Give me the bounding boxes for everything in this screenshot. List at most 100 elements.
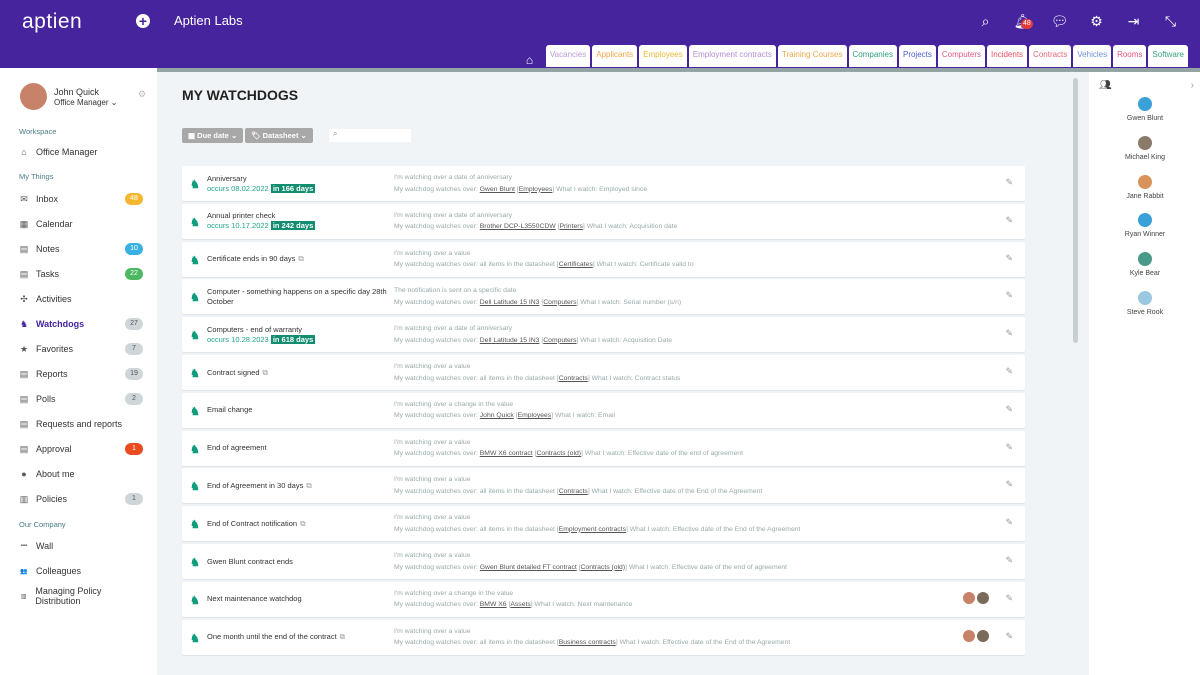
- datasheet-link[interactable]: Employees: [519, 186, 553, 193]
- user-name[interactable]: John Quick: [54, 87, 99, 97]
- copy-icon[interactable]: ⧉: [298, 254, 303, 263]
- tab-training-courses[interactable]: Training Courses: [777, 45, 847, 67]
- table-row[interactable]: ♞ Contract signed ⧉ I'm watching over a val…: [182, 355, 1025, 390]
- sidebar-item-polls[interactable]: ▤ Polls 2: [18, 390, 143, 408]
- sidebar-item-approval[interactable]: ▤ Approval 1: [18, 440, 143, 458]
- edit-icon[interactable]: ✎: [1005, 517, 1013, 528]
- avatar[interactable]: [20, 83, 47, 110]
- tab-contracts[interactable]: Contracts: [1029, 45, 1072, 67]
- copy-icon[interactable]: ⧉: [300, 519, 305, 528]
- watched-item-link[interactable]: BMW X6 contract: [480, 450, 533, 457]
- avatar[interactable]: [963, 591, 975, 604]
- organization-name[interactable]: Aptien Labs: [174, 13, 243, 28]
- watchdog-title[interactable]: Annual printer check: [207, 211, 392, 221]
- table-row[interactable]: ♞ Computers - end of warranty occurs 10.28…: [182, 317, 1025, 353]
- watchdog-title[interactable]: Contract signed ⧉: [207, 368, 392, 378]
- datasheet-link[interactable]: Printers: [559, 223, 582, 230]
- datasheet-link[interactable]: Employees: [518, 412, 552, 419]
- watchdog-title[interactable]: One month until the end of the contract ⧉: [207, 632, 392, 642]
- avatar[interactable]: [977, 629, 989, 642]
- sidebar-item-watchdogs[interactable]: ♞ Watchdogs 27: [18, 315, 143, 333]
- settings-icon[interactable]: ⚙: [138, 89, 146, 100]
- watched-item-link[interactable]: Gwen Blunt: [480, 186, 515, 193]
- edit-icon[interactable]: ✎: [1005, 593, 1013, 604]
- watchdog-title[interactable]: Computer - something happens on a specif…: [207, 287, 392, 307]
- sidebar-item-calendar[interactable]: ▦ Calendar: [18, 215, 143, 233]
- chat-icon[interactable]: 💬︎: [1050, 12, 1069, 31]
- edit-icon[interactable]: ✎: [1005, 177, 1013, 188]
- table-row[interactable]: ♞ Certificate ends in 90 days ⧉ I'm watchin…: [182, 241, 1025, 277]
- watchdog-title[interactable]: Anniversary: [207, 174, 392, 184]
- sidebar-item-policies[interactable]: ▥ Policies 1: [18, 490, 143, 508]
- datasheet-link[interactable]: Contracts: [559, 488, 588, 495]
- sidebar-item-inbox[interactable]: ✉ Inbox 48: [18, 190, 143, 208]
- tab-incidents[interactable]: Incidents: [987, 45, 1028, 67]
- datasheet-link[interactable]: Certificates: [559, 261, 593, 268]
- tab-employment-contracts[interactable]: Employment contracts: [688, 45, 776, 67]
- watchdog-title[interactable]: Computers - end of warranty: [207, 325, 392, 335]
- tab-rooms[interactable]: Rooms: [1113, 45, 1147, 67]
- tab-applicants[interactable]: Applicants: [592, 45, 638, 67]
- search-input[interactable]: ⌕: [329, 129, 411, 142]
- edit-icon[interactable]: ✎: [1005, 290, 1013, 301]
- edit-icon[interactable]: ✎: [1005, 253, 1013, 264]
- watched-item-link[interactable]: Dell Latitude 15 IN3: [480, 337, 540, 344]
- watchdog-title[interactable]: Email change: [207, 405, 392, 415]
- tab-companies[interactable]: Companies: [848, 45, 897, 67]
- edit-icon[interactable]: ✎: [1005, 631, 1013, 642]
- sidebar-item-favorites[interactable]: ★ Favorites 7: [18, 340, 143, 358]
- table-row[interactable]: ♞ End of agreement I'm watching over a val…: [182, 430, 1025, 466]
- table-row[interactable]: ♞ Email change I'm watching over a change …: [182, 392, 1025, 428]
- datasheet-link[interactable]: Computers: [543, 299, 576, 306]
- watched-item-link[interactable]: BMW X6: [480, 601, 507, 608]
- edit-icon[interactable]: ✎: [1005, 366, 1013, 377]
- home-icon[interactable]: ⌂: [526, 53, 542, 67]
- watchdog-title[interactable]: End of agreement: [207, 443, 392, 453]
- datasheet-link[interactable]: Employment contracts: [559, 526, 626, 533]
- datasheet-link[interactable]: Computers: [543, 337, 576, 344]
- table-row[interactable]: ♞ Next maintenance watchdog I'm watching o…: [182, 581, 1025, 617]
- datasheet-link[interactable]: Contracts (old): [536, 450, 581, 457]
- colleague[interactable]: Steve Rook: [1120, 291, 1170, 316]
- colleague[interactable]: Jane Rabbit: [1120, 174, 1170, 200]
- datasheet-link[interactable]: Contracts: [559, 375, 588, 382]
- sidebar-item-activities[interactable]: ✣ Activities: [18, 290, 143, 308]
- watched-item-link[interactable]: Dell Latitude 15 IN3: [480, 299, 540, 306]
- tab-employees[interactable]: Employees: [639, 45, 687, 67]
- table-row[interactable]: ♞ Annual printer check occurs 10.17.2022 i…: [182, 203, 1025, 239]
- collapse-icon[interactable]: ⤡: [1161, 12, 1180, 31]
- watched-item-link[interactable]: Brother DCP-L3550CDW: [480, 223, 556, 230]
- edit-icon[interactable]: ✎: [1005, 215, 1013, 226]
- aptien-logo[interactable]: aptien: [22, 10, 82, 34]
- avatar[interactable]: [963, 629, 975, 642]
- sidebar-item-office-manager[interactable]: ⌂ Office Manager: [18, 143, 143, 161]
- watchdog-title[interactable]: Gwen Blunt contract ends: [207, 557, 392, 567]
- copy-icon[interactable]: ⧉: [340, 632, 345, 641]
- datasheet-filter[interactable]: 🏷︎ Datasheet ⌄: [245, 128, 313, 143]
- tab-computers[interactable]: Computers: [937, 45, 986, 67]
- sidebar-item-colleagues[interactable]: 👥 Colleagues: [18, 562, 143, 580]
- logout-icon[interactable]: ⇥: [1124, 12, 1143, 31]
- edit-icon[interactable]: ✎: [1005, 479, 1013, 490]
- table-row[interactable]: ♞ Anniversary occurs 08.02.2022 in 166 day…: [182, 166, 1025, 201]
- sidebar-item-wall[interactable]: ▪▪▪ Wall: [18, 537, 143, 555]
- sidebar-item-requests-and-reports[interactable]: ▤ Requests and reports: [18, 415, 143, 433]
- add-icon[interactable]: +: [136, 14, 150, 28]
- edit-icon[interactable]: ✎: [1005, 555, 1013, 566]
- datasheet-link[interactable]: Assets: [510, 601, 530, 608]
- datasheet-link[interactable]: Business contracts: [559, 639, 616, 646]
- tab-projects[interactable]: Projects: [898, 45, 936, 67]
- copy-icon[interactable]: ⧉: [263, 368, 268, 377]
- watchdog-title[interactable]: End of Agreement in 30 days ⧉: [207, 481, 392, 491]
- sidebar-item-tasks[interactable]: ▤ Tasks 22: [18, 265, 143, 283]
- tab-vehicles[interactable]: Vehicles: [1073, 45, 1112, 67]
- table-row[interactable]: ♞ End of Agreement in 30 days ⧉ I'm watchin…: [182, 468, 1025, 504]
- watched-item-link[interactable]: John Quick: [480, 412, 514, 419]
- watchdog-title[interactable]: Certificate ends in 90 days ⧉: [207, 254, 392, 264]
- watchdog-title[interactable]: Next maintenance watchdog: [207, 594, 392, 604]
- table-row[interactable]: ♞ End of Contract notification ⧉ I'm watchi…: [182, 506, 1025, 542]
- avatar[interactable]: [977, 591, 989, 604]
- chevron-right-icon[interactable]: ›: [1191, 80, 1194, 91]
- tab-software[interactable]: Software: [1148, 45, 1188, 67]
- edit-icon[interactable]: ✎: [1005, 404, 1013, 415]
